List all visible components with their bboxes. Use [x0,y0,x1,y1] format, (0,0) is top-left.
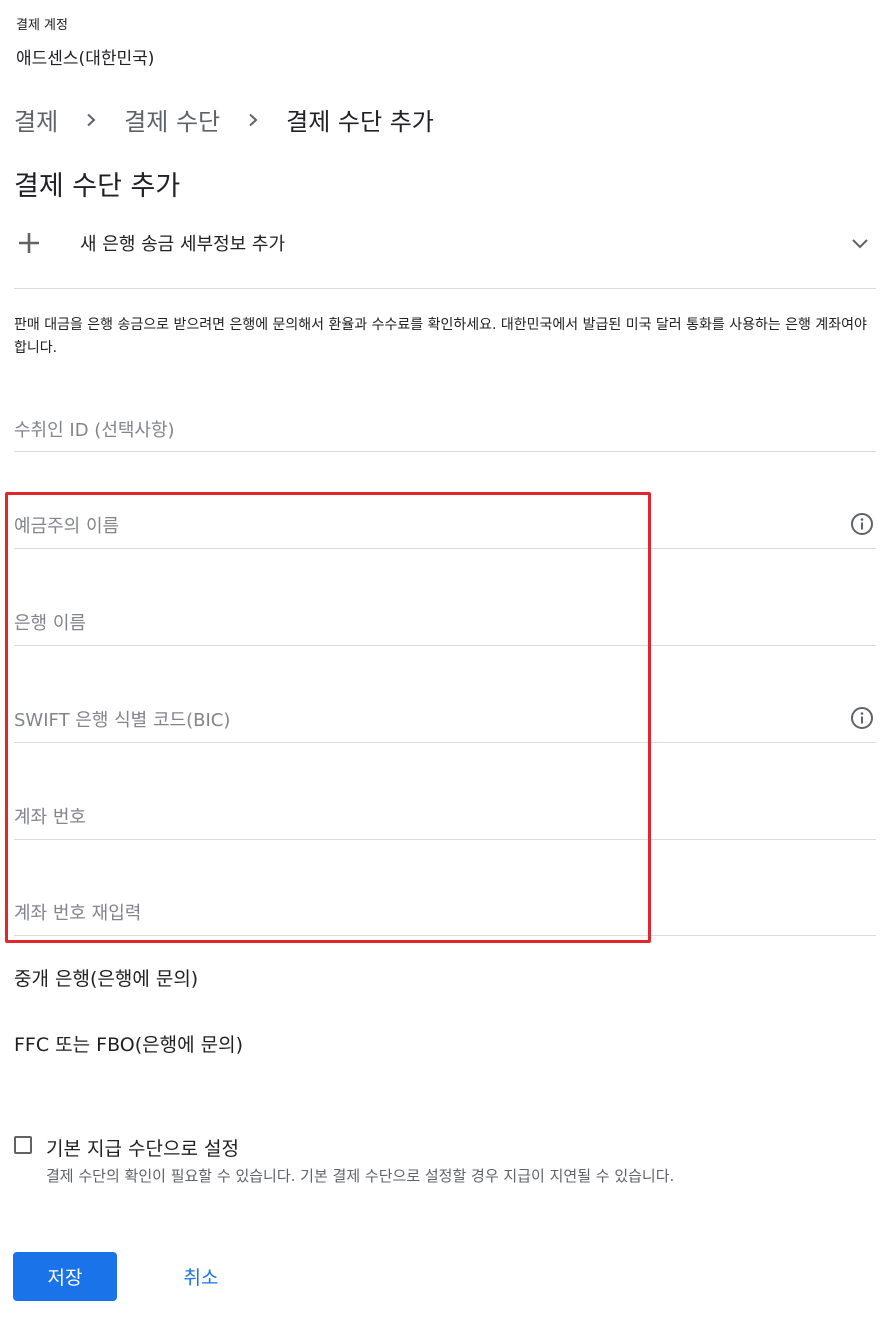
recipient-id-field [14,416,876,452]
default-payment-checkbox[interactable] [14,1136,32,1154]
default-payment-option: 기본 지급 수단으로 설정 결제 수단의 확인이 필요할 수 있습니다. 기본 … [14,1134,674,1186]
breadcrumb: 결제 결제 수단 결제 수단 추가 [14,102,434,137]
bank-transfer-info: 판매 대금을 은행 송금으로 받으려면 은행에 문의해서 환율과 수수료를 확인… [14,317,867,356]
plus-icon [14,228,44,258]
billing-account-label: 결제 계정 [16,18,68,33]
breadcrumb-item-payments[interactable]: 결제 [14,102,58,137]
ffc-fbo-link[interactable]: FFC 또는 FBO(은행에 문의) [14,1030,243,1057]
default-payment-label: 기본 지급 수단으로 설정 [46,1138,239,1160]
account-holder-input[interactable] [14,512,814,540]
account-number-confirm-field [14,899,876,936]
chevron-down-icon[interactable] [848,232,872,256]
add-bank-transfer-expander[interactable]: 새 은행 송금 세부정보 추가 [14,222,876,289]
default-payment-help: 결제 수단의 확인이 필요할 수 있습니다. 기본 결제 수단으로 설정할 경우… [46,1167,675,1185]
intermediary-bank-link[interactable]: 중개 은행(은행에 문의) [14,964,198,991]
account-number-confirm-input[interactable] [14,899,814,927]
billing-account-name: 애드센스(대한민국) [16,49,155,69]
expander-label: 새 은행 송금 세부정보 추가 [80,234,286,255]
swift-code-input[interactable] [14,706,814,734]
breadcrumb-item-current: 결제 수단 추가 [286,108,434,136]
swift-code-field [14,706,876,743]
page-title: 결제 수단 추가 [14,171,181,202]
breadcrumb-item-payment-methods[interactable]: 결제 수단 [124,102,220,137]
cancel-button[interactable]: 취소 [160,1252,242,1301]
account-number-input[interactable] [14,803,814,831]
account-holder-field [14,512,876,549]
account-number-field [14,803,876,840]
bank-name-input[interactable] [14,609,814,637]
save-button[interactable]: 저장 [13,1252,117,1301]
recipient-id-input[interactable] [14,416,814,444]
info-icon[interactable] [850,512,874,536]
info-icon[interactable] [850,706,874,730]
bank-name-field [14,609,876,646]
chevron-right-icon [242,109,264,131]
chevron-right-icon [80,109,102,131]
